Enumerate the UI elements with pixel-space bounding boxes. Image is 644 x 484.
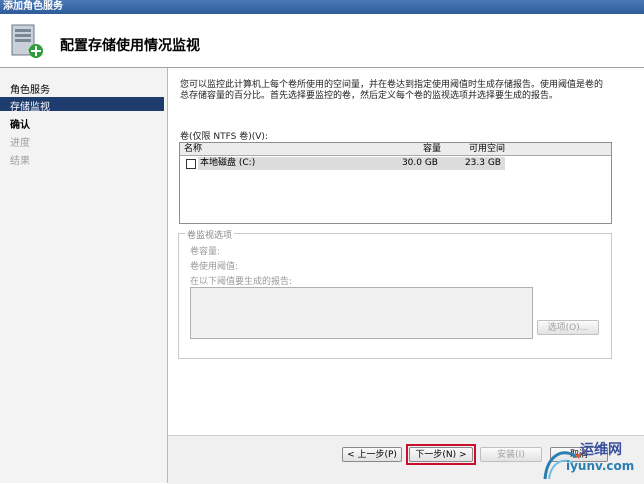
watermark-text-url: iyunv.com [566,459,635,473]
page-description: 您可以监控此计算机上每个卷所使用的空间量，并在卷达到指定使用阈值时生成存储报告。… [180,80,604,101]
table-row[interactable]: 本地磁盘 (C:) 30.0 GB 23.3 GB [180,157,505,170]
reports-list [190,287,533,339]
column-header-filler [506,143,611,156]
nav-item-results: 结果 [10,156,30,167]
watermark-text-cn: 运维网 [580,442,622,458]
window-title: 添加角色服务 [3,1,63,12]
prev-button[interactable]: < 上一步(P) [342,447,402,462]
reports-label: 在以下阈值要生成的报告: [190,277,293,287]
page-title: 配置存储使用情况监视 [60,38,200,54]
nav-item-role-services[interactable]: 角色服务 [10,81,50,96]
volume-name: 本地磁盘 (C:) [200,158,256,168]
column-header-name[interactable]: 名称 [180,143,387,156]
volume-free-space: 23.3 GB [464,158,501,168]
volume-capacity: 30.0 GB [401,158,438,168]
install-button[interactable]: 安装(I) [480,447,542,462]
volume-threshold-label: 卷使用阈值: [190,262,239,272]
column-header-capacity[interactable]: 容量 [383,143,444,156]
volumes-label: 卷(仅限 NTFS 卷)(V): [180,132,268,142]
nav-item-progress: 进度 [10,138,30,149]
nav-item-confirmation[interactable]: 确认 [10,116,30,131]
volumes-list[interactable]: 名称 容量 可用空间 本地磁盘 (C:) 30.0 GB 23.3 GB [179,142,612,224]
volume-checkbox[interactable] [186,159,196,169]
window-titlebar: 添加角色服务 [0,0,644,14]
options-button[interactable]: 选项(O)... [537,320,599,335]
next-button-highlight [406,444,476,465]
column-header-free-space[interactable]: 可用空间 [443,143,508,156]
server-add-icon [11,24,43,58]
monitoring-options-legend: 卷监视选项 [185,228,235,241]
nav-item-storage-monitoring[interactable]: 存储监视 [10,98,50,113]
volume-capacity-label: 卷容量: [190,247,221,257]
